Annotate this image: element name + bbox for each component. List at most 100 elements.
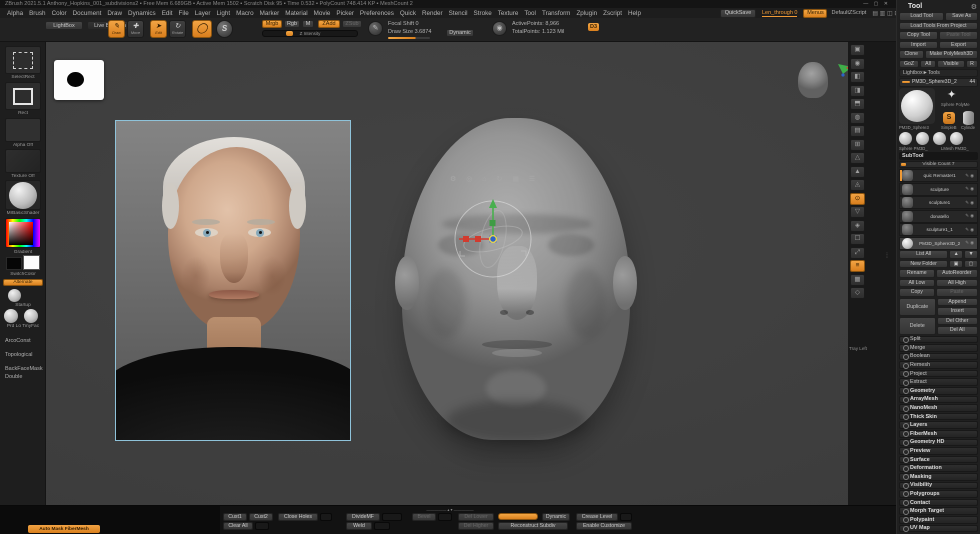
menu-alpha[interactable]: Alpha	[4, 10, 26, 17]
gizmo-toolbar[interactable]: ⚙ ◎ ⌂ ↻ ▦ ☰	[450, 175, 539, 183]
current-alpha-thumb[interactable]	[5, 118, 41, 142]
menu-macro[interactable]: Macro	[233, 10, 257, 17]
section-thick-skin[interactable]: Thick Skin	[899, 413, 978, 421]
transparency-icon[interactable]: ◨	[850, 85, 865, 97]
m-button[interactable]: M	[302, 20, 314, 28]
subtool-copy-button[interactable]: Copy	[899, 288, 935, 297]
actual-size-icon[interactable]: ☐	[850, 233, 865, 245]
delete-button[interactable]: Delete	[899, 317, 936, 335]
section-polypaint[interactable]: Polypaint	[899, 516, 978, 524]
menu-preferences[interactable]: Preferences	[357, 10, 397, 17]
folder-alt-icon[interactable]: ▢	[964, 260, 978, 269]
recent-tool-3[interactable]	[933, 132, 946, 145]
menu-color[interactable]: Color	[49, 10, 70, 17]
menu-light[interactable]: Light	[213, 10, 233, 17]
eye-icon[interactable]: ◉	[970, 173, 975, 178]
weld-button[interactable]: Weld	[346, 522, 372, 530]
save-as-button[interactable]: Save As	[945, 12, 978, 21]
reconstruct-subdiv-button[interactable]: Reconstruct Subdiv	[498, 522, 568, 530]
maximize-icon[interactable]: ▢	[874, 1, 881, 7]
export-button[interactable]: Export	[939, 41, 978, 50]
clear-all-value[interactable]	[255, 522, 269, 530]
menu-edit[interactable]: Edit	[159, 10, 176, 17]
current-tool-thumb[interactable]	[899, 88, 935, 124]
simple-brush-icon[interactable]: S	[943, 112, 955, 124]
section-geometry-hd[interactable]: Geometry HD	[899, 439, 978, 447]
render-icon[interactable]: ◉	[850, 58, 865, 70]
section-contact[interactable]: Contact	[899, 499, 978, 507]
recent-tool-1[interactable]	[899, 132, 912, 145]
menu-help[interactable]: Help	[625, 10, 644, 17]
divide-mf-button[interactable]: DivideMF	[346, 513, 380, 521]
clone-button[interactable]: Clone	[899, 50, 924, 59]
enable-customize-button[interactable]: Enable Customize	[576, 522, 632, 530]
recent-tool-2[interactable]	[916, 132, 929, 145]
eye-icon[interactable]: ◉	[970, 240, 975, 245]
quicksave-button[interactable]: QuickSave	[720, 9, 756, 18]
xpose-icon[interactable]: ▤	[850, 125, 865, 137]
z-intensity-thumb[interactable]	[286, 31, 293, 36]
menu-movie[interactable]: Movie	[311, 10, 334, 17]
menu-brush[interactable]: Brush	[26, 10, 48, 17]
divide-mf-value[interactable]	[382, 513, 402, 521]
z-intensity-slider[interactable]: Z Intensity	[262, 30, 358, 37]
weld-value[interactable]	[374, 522, 390, 530]
load-tool-button[interactable]: Load Tool	[899, 12, 944, 21]
eye-icon[interactable]: ◉	[970, 186, 975, 191]
menu-stroke[interactable]: Stroke	[471, 10, 495, 17]
del-higher-button[interactable]: Del Higher	[458, 522, 494, 530]
local-icon[interactable]: ⊞	[850, 139, 865, 151]
solo-icon[interactable]: ◍	[850, 112, 865, 124]
reference-photo[interactable]	[115, 120, 351, 441]
color-picker[interactable]	[5, 218, 41, 248]
zsub-button[interactable]: ZSub	[342, 20, 362, 28]
current-stroke-thumb[interactable]	[5, 82, 41, 110]
all-high-button[interactable]: All High	[936, 279, 978, 288]
menu-layer[interactable]: Layer	[192, 10, 214, 17]
subtool-row[interactable]: sculpture1_1 ✎◉	[899, 223, 978, 236]
scroll-doc-icon[interactable]: ▦	[850, 274, 865, 286]
section-remesh[interactable]: Remesh	[899, 361, 978, 369]
paste-tool-button[interactable]: Paste Tool	[939, 31, 978, 40]
subtool-row-active[interactable]: PM3D_Sphere3D_2 ✎◉	[899, 237, 978, 250]
copy-tool-button[interactable]: Copy Tool	[899, 31, 938, 40]
section-project[interactable]: Project	[899, 370, 978, 378]
link-double[interactable]: Double	[5, 374, 22, 380]
section-deformation[interactable]: Deformation	[899, 464, 978, 472]
append-button[interactable]: Append	[937, 298, 978, 307]
document-canvas[interactable]: ⚙ ◎ ⌂ ↻ ▦ ☰ ————— ▴ ▾ —————	[46, 42, 848, 505]
autoreorder-button[interactable]: AutoReorder	[936, 269, 978, 278]
gear-icon[interactable]: ⚙	[971, 3, 977, 11]
draw-size-field[interactable]: Draw Size 3.6874	[388, 29, 431, 35]
visible-count-slider[interactable]: Visible Count 7	[899, 161, 978, 169]
all-low-button[interactable]: All Low	[899, 279, 935, 288]
insert-button[interactable]: Insert	[937, 307, 978, 316]
draw-size-slider[interactable]	[388, 37, 430, 39]
alternate-button[interactable]: Alternate	[3, 279, 43, 286]
section-fibermesh[interactable]: FiberMesh	[899, 430, 978, 438]
section-split[interactable]: Split	[899, 336, 978, 344]
eye-icon[interactable]: ◉	[970, 227, 975, 232]
subtool-row[interactable]: sculpture1 ✎◉	[899, 196, 978, 209]
move-mode-button[interactable]: ✚Move	[127, 20, 144, 38]
load-tools-from-project-button[interactable]: Load Tools From Project	[899, 22, 978, 31]
subtool-row[interactable]: quic Remaster1 ✎◉	[899, 169, 978, 182]
panel-divider-handle[interactable]: ⁞	[886, 254, 888, 259]
tray-left-label[interactable]: Tray Left	[849, 346, 895, 351]
active-tool-row[interactable]: PM3D_Sphere3D_2 44	[899, 78, 978, 87]
orientation-axis-widget[interactable]	[834, 60, 848, 82]
subtool-row[interactable]: sculpture ✎◉	[899, 183, 978, 196]
section-preview[interactable]: Preview	[899, 447, 978, 455]
draw-mode-button[interactable]: ✎Draw	[108, 20, 125, 38]
default-zscript-label[interactable]: DefaultZScript	[831, 10, 866, 16]
duplicate-button[interactable]: Duplicate	[899, 298, 936, 316]
goz-button[interactable]: GoZ	[899, 60, 919, 69]
gizmo-x-handle-a[interactable]	[463, 236, 469, 242]
close-holes-value[interactable]	[320, 513, 332, 521]
list-all-button[interactable]: List All	[899, 250, 948, 259]
menu-zplugin[interactable]: Zplugin	[573, 10, 600, 17]
floor-icon[interactable]: ◬	[850, 179, 865, 191]
bevel-button[interactable]: Bevel	[412, 513, 436, 521]
move-doc-active-icon[interactable]: ≡	[850, 260, 865, 272]
section-masking[interactable]: Masking	[899, 473, 978, 481]
